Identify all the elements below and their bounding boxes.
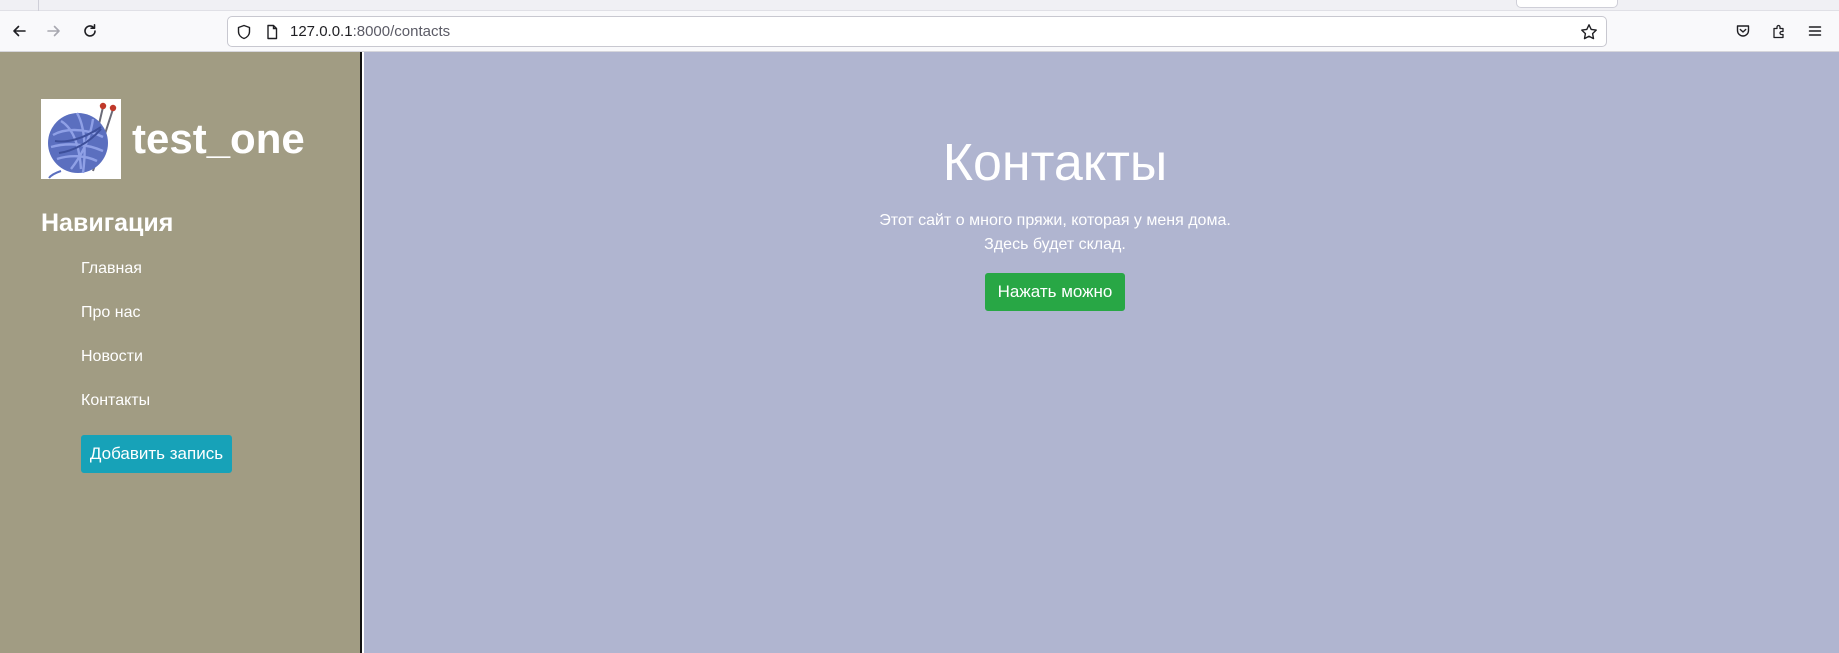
nav-item: Новости — [81, 348, 150, 392]
nav-item: Про нас — [81, 304, 150, 348]
browser-toolbar: 127.0.0.1:8000/contacts — [0, 11, 1839, 52]
nav-link-home[interactable]: Главная — [81, 260, 142, 278]
brand: test_one — [41, 99, 305, 179]
tab-strip — [0, 0, 1839, 11]
reload-button[interactable] — [77, 18, 103, 44]
add-record-button[interactable]: Добавить запись — [81, 435, 232, 473]
description-line: Здесь будет склад. — [984, 236, 1126, 253]
nav-link-news[interactable]: Новости — [81, 348, 143, 366]
forward-icon — [47, 25, 60, 37]
yarn-ball-logo — [41, 99, 121, 179]
reload-icon — [84, 24, 96, 37]
menu-icon — [1808, 26, 1822, 36]
cta-button[interactable]: Нажать можно — [984, 273, 1126, 311]
pocket-button[interactable] — [1730, 18, 1756, 44]
pocket-icon — [1736, 25, 1750, 37]
main-content: Контакты Этот сайт о много пряжи, котора… — [364, 52, 1839, 653]
contacts-section: Контакты Этот сайт о много пряжи, котора… — [364, 132, 1746, 311]
nav-heading: Навигация — [41, 209, 174, 237]
back-icon — [13, 25, 26, 37]
bookmark-star-icon[interactable] — [1580, 23, 1598, 41]
forward-button[interactable] — [41, 18, 67, 44]
app-menu-button[interactable] — [1802, 18, 1828, 44]
back-button[interactable] — [6, 18, 32, 44]
nav-list: Главная Про нас Новости Контакты — [81, 260, 150, 436]
address-bar[interactable]: 127.0.0.1:8000/contacts — [227, 16, 1607, 47]
shield-icon[interactable] — [236, 24, 252, 40]
nav-item: Контакты — [81, 392, 150, 436]
extensions-button[interactable] — [1766, 18, 1792, 44]
url-text[interactable]: 127.0.0.1:8000/contacts — [290, 24, 450, 40]
description-line: Этот сайт о много пряжи, которая у меня … — [879, 212, 1231, 229]
nav-link-contacts[interactable]: Контакты — [81, 392, 150, 410]
sidebar: test_one Навигация Главная Про нас Новос… — [0, 52, 362, 653]
extensions-icon — [1773, 24, 1784, 39]
brand-name[interactable]: test_one — [132, 115, 305, 163]
page-description: Этот сайт о много пряжи, которая у меня … — [364, 209, 1746, 257]
nav-item: Главная — [81, 260, 150, 304]
page-icon — [267, 24, 278, 40]
tab-strip-popup-edge — [1516, 0, 1618, 8]
page-viewport: test_one Навигация Главная Про нас Новос… — [0, 52, 1839, 653]
url-path: :8000/contacts — [352, 23, 451, 40]
tab-divider — [38, 0, 39, 11]
url-host: 127.0.0.1 — [290, 23, 353, 40]
page-title: Контакты — [942, 134, 1168, 192]
nav-link-about[interactable]: Про нас — [81, 304, 140, 322]
